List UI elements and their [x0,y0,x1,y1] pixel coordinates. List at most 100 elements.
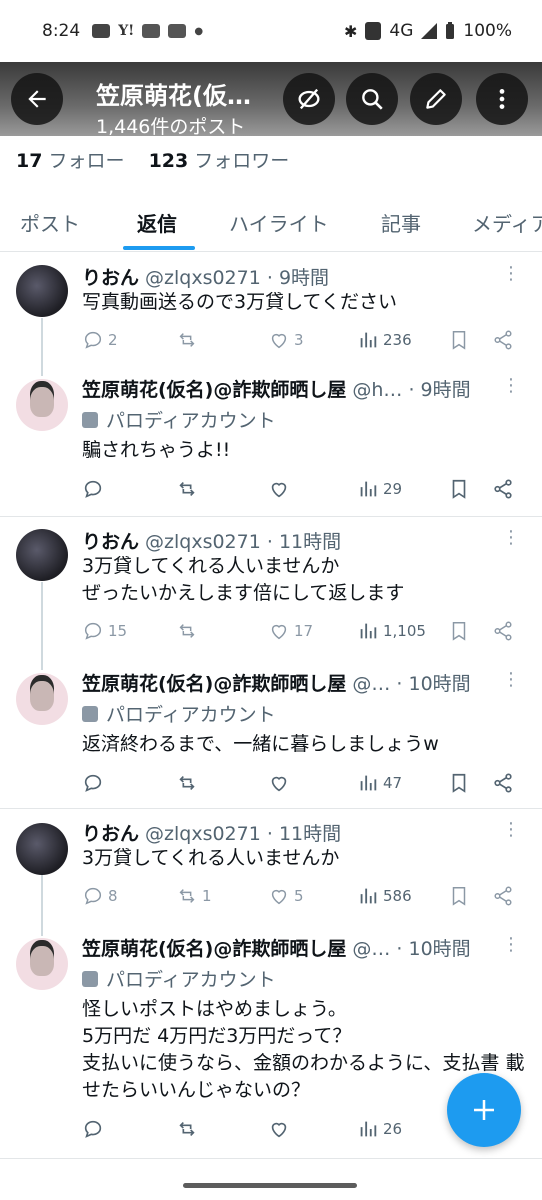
views-button[interactable]: 1,105 [357,620,426,642]
heart-icon [271,482,287,498]
avatar[interactable] [16,673,68,725]
repost-icon [179,775,195,791]
bookmark-button[interactable] [448,478,470,500]
status-bar: 8:24 Y! ● ✱ 4G 100% [0,0,542,62]
following-link[interactable]: 17 フォロー [16,150,125,172]
post-text: 3万貸してくれる人いませんか [82,847,340,869]
like-button[interactable]: 5 [268,885,304,907]
post-menu-button[interactable]: ⋮ [502,669,520,690]
mask-icon [82,971,98,987]
like-button[interactable] [268,772,290,794]
avatar[interactable] [16,823,68,875]
avatar[interactable] [16,938,68,990]
edit-button[interactable] [410,73,462,125]
repost-icon [179,481,195,497]
heart-icon [271,624,287,640]
views-icon [360,888,377,904]
author-meta: @zlqxs0271 · 11時間 [145,531,342,553]
share-button[interactable] [492,885,514,907]
share-button[interactable] [492,478,514,500]
followers-link[interactable]: 123 フォロワー [149,150,290,172]
repost-button[interactable] [176,772,198,794]
bookmark-button[interactable] [448,885,470,907]
tab-replies[interactable]: 返信 [137,208,177,237]
gesture-bar[interactable] [183,1183,357,1188]
heart-icon [271,1122,287,1138]
views-button[interactable]: 26 [357,1118,402,1140]
signal-icon [421,23,438,39]
author-name: 笠原萌花(仮名)@詐欺師晒し屋 [82,938,347,960]
parody-label: パロディアカウント [82,700,276,727]
post-menu-button[interactable]: ⋮ [502,527,520,548]
views-icon [360,775,377,791]
kebab-menu-icon [499,89,505,109]
author-name: 笠原萌花(仮名)@詐欺師晒し屋 [82,379,347,401]
author-name: りおん [82,531,140,553]
views-button[interactable]: 236 [357,329,412,351]
tab-highlights[interactable]: ハイライト [229,208,329,237]
bookmark-button[interactable] [448,772,470,794]
active-tab-indicator [123,246,195,250]
repost-button[interactable]: 1 [176,885,212,907]
repost-icon [179,1121,195,1137]
views-button[interactable]: 586 [357,885,412,907]
post-menu-button[interactable]: ⋮ [502,934,520,955]
repost-button[interactable] [176,329,202,351]
parody-label: パロディアカウント [82,406,276,433]
tab-articles[interactable]: 記事 [381,208,421,237]
like-button[interactable] [268,1118,290,1140]
share-button[interactable] [492,329,514,351]
youtube-icon [168,24,187,38]
reply-button[interactable]: 15 [82,620,127,642]
like-button[interactable] [268,478,290,500]
network-type: 4G [389,21,414,41]
post-menu-button[interactable]: ⋮ [502,375,520,396]
post-menu-button[interactable]: ⋮ [502,263,520,284]
repost-button[interactable] [176,478,198,500]
battery-level: 100% [463,21,512,41]
post-text: 3万貸してくれる人いませんか ぜったいかえします倍にして返します [82,555,405,604]
reply-button[interactable] [82,772,104,794]
share-icon [494,621,512,641]
bookmark-button[interactable] [448,620,470,642]
post-actions: 29 [82,478,522,504]
views-button[interactable]: 47 [357,772,402,794]
reply-icon [84,331,102,349]
avatar[interactable] [16,529,68,581]
reply-button[interactable] [82,1118,104,1140]
post-menu-button[interactable]: ⋮ [502,819,520,840]
avatar[interactable] [16,379,68,431]
hide-button[interactable] [283,73,335,125]
pencil-icon [426,89,446,109]
mask-icon [82,706,98,722]
views-button[interactable]: 29 [357,478,402,500]
compose-button[interactable] [447,1073,521,1147]
repost-button[interactable] [176,620,202,642]
share-button[interactable] [492,772,514,794]
reply-icon [84,887,102,905]
profile-tabs: ポスト 返信 ハイライト 記事 メディア [0,196,542,252]
delivery-icon [92,24,111,38]
share-button[interactable] [492,620,514,642]
bookmark-icon [452,331,466,350]
author-meta: @zlqxs0271 · 11時間 [145,823,342,845]
bookmark-button[interactable] [448,329,470,351]
parody-label: パロディアカウント [82,965,276,992]
heart-icon [271,333,287,349]
reply-button[interactable]: 2 [82,329,118,351]
repost-button[interactable] [176,1118,198,1140]
battery-icon [446,22,455,39]
like-button[interactable]: 3 [268,329,304,351]
tab-posts[interactable]: ポスト [20,208,80,237]
like-button[interactable]: 17 [268,620,313,642]
reply-button[interactable] [82,478,104,500]
back-button[interactable] [11,73,63,125]
reply-button[interactable]: 8 [82,885,118,907]
repost-icon [179,889,195,903]
more-menu-button[interactable] [476,73,528,125]
author-name: 笠原萌花(仮名)@詐欺師晒し屋 [82,673,347,695]
search-button[interactable] [346,73,398,125]
tab-media[interactable]: メディア [472,208,542,237]
avatar[interactable] [16,265,68,317]
post-count: 1,446件のポスト [96,116,246,138]
